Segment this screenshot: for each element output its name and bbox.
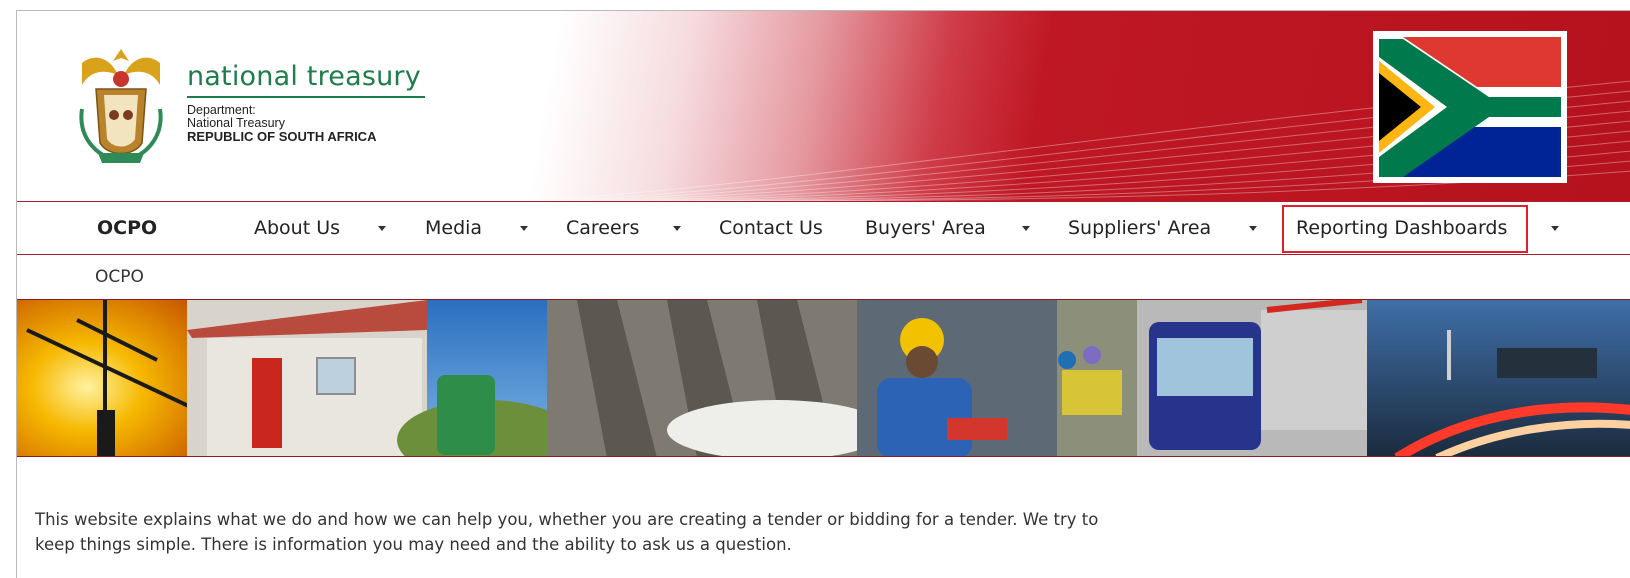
brand-name[interactable]: national treasury: [187, 61, 425, 92]
brand-block: national treasury Department: National T…: [187, 61, 425, 143]
nav-contact-us[interactable]: Contact Us: [719, 202, 823, 254]
brand-country: REPUBLIC OF SOUTH AFRICA: [187, 129, 377, 144]
hero-banner-image: [17, 299, 1630, 457]
chevron-down-icon[interactable]: [1022, 226, 1030, 231]
coat-of-arms-icon: [79, 49, 163, 164]
intro-line-2: keep things simple. There is information…: [35, 535, 792, 554]
south-africa-flag-icon: [1373, 31, 1567, 183]
breadcrumb[interactable]: OCPO: [95, 267, 144, 287]
main-navigation: OCPO About Us Media Careers Contact Us B…: [17, 201, 1630, 255]
nav-buyers-area[interactable]: Buyers' Area: [865, 202, 986, 254]
nav-home-ocpo[interactable]: OCPO: [97, 202, 157, 254]
intro-paragraph: This website explains what we do and how…: [35, 507, 1435, 557]
nav-suppliers-area[interactable]: Suppliers' Area: [1068, 202, 1211, 254]
intro-line-1: This website explains what we do and how…: [35, 510, 1099, 529]
chevron-down-icon[interactable]: [1551, 226, 1559, 231]
chevron-down-icon[interactable]: [520, 226, 528, 231]
nav-about-us[interactable]: About Us: [254, 202, 340, 254]
brand-underline: [187, 96, 425, 98]
page-frame: national treasury Department: National T…: [16, 10, 1630, 578]
nav-careers[interactable]: Careers: [566, 202, 639, 254]
nav-media[interactable]: Media: [425, 202, 482, 254]
chevron-down-icon[interactable]: [378, 226, 386, 231]
infrastructure-collage-image: [17, 300, 1630, 456]
chevron-down-icon[interactable]: [673, 226, 681, 231]
nav-reporting-dashboards[interactable]: Reporting Dashboards: [1296, 202, 1507, 254]
site-header: national treasury Department: National T…: [17, 11, 1630, 201]
chevron-down-icon[interactable]: [1249, 226, 1257, 231]
